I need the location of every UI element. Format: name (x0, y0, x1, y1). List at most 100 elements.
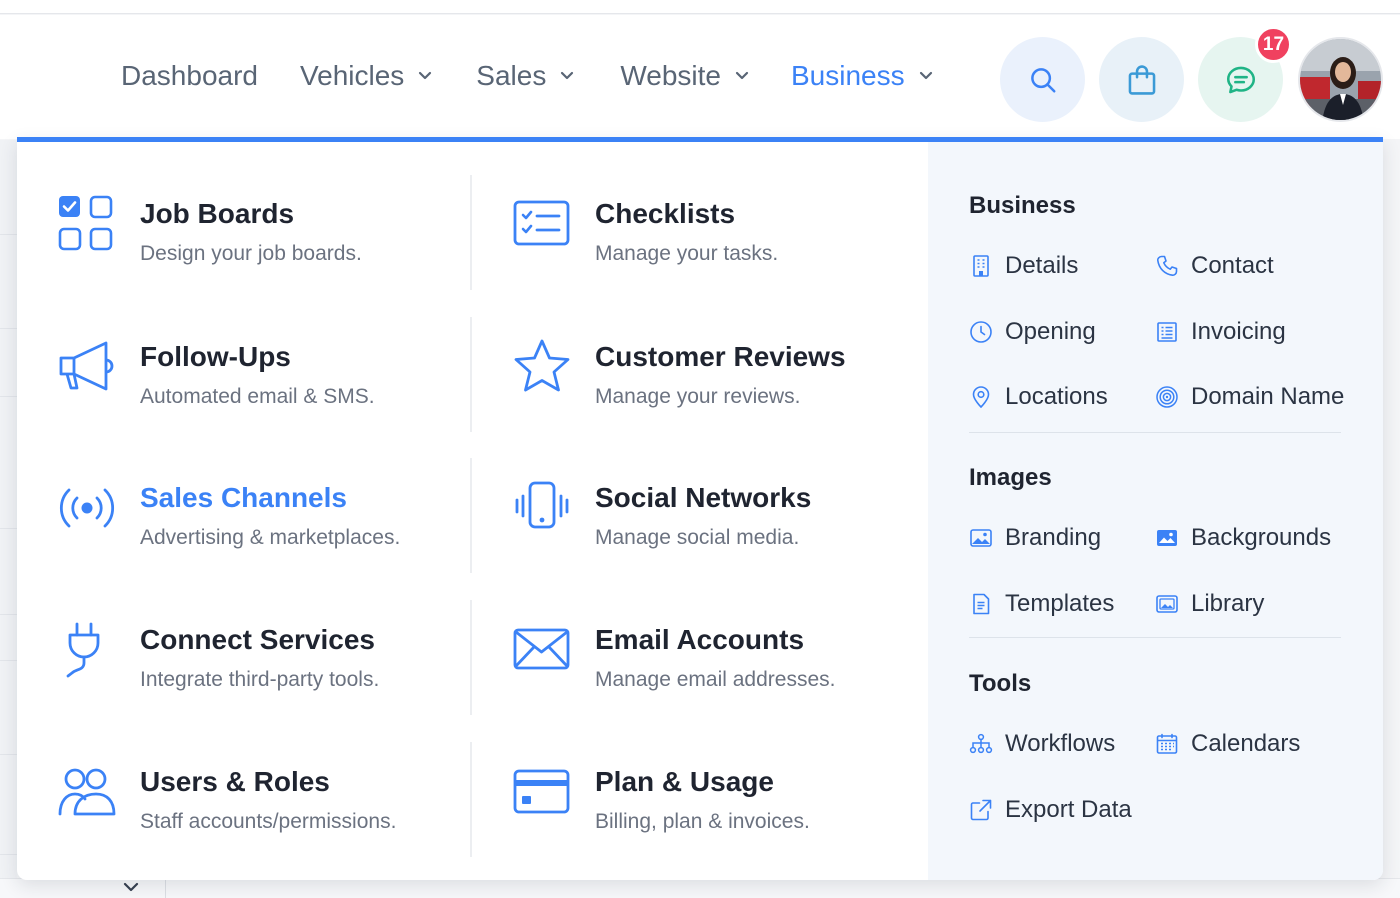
link-invoicing[interactable]: Invoicing (1155, 318, 1286, 346)
external-link-icon (970, 799, 992, 821)
nav-website[interactable]: Website (620, 60, 749, 92)
nav-sales[interactable]: Sales (476, 60, 574, 92)
tile-title: Checklists (595, 198, 736, 229)
invoice-icon (1157, 322, 1177, 342)
link-templates[interactable]: Templates (969, 590, 1114, 618)
link-label: Export Data (1005, 796, 1132, 823)
nav-sales-label: Sales (476, 60, 547, 91)
image-icon (970, 529, 992, 547)
link-domain-name[interactable]: Domain Name (1155, 383, 1344, 411)
link-opening[interactable]: Opening (969, 318, 1096, 346)
credit-card-icon (513, 769, 570, 814)
tile-subtitle: Billing, plan & invoices. (595, 810, 810, 833)
tile-title: Users & Roles (140, 766, 330, 797)
nav-website-label: Website (620, 60, 721, 91)
map-pin-icon (972, 386, 990, 409)
link-contact[interactable]: Contact (1155, 252, 1274, 280)
tile-subtitle: Integrate third-party tools. (140, 668, 380, 691)
menu-tile-connect-services[interactable]: Connect Services Integrate third-party t… (58, 621, 498, 741)
link-details[interactable]: Details (969, 252, 1078, 280)
link-calendars[interactable]: Calendars (1155, 730, 1300, 758)
link-label: Calendars (1191, 730, 1301, 757)
building-icon (973, 255, 989, 277)
link-locations[interactable]: Locations (969, 383, 1108, 411)
tile-subtitle: Manage your tasks. (595, 242, 779, 265)
nav-business-label: Business (790, 60, 905, 91)
tile-subtitle: Manage your reviews. (595, 385, 801, 408)
phone-icon (1156, 255, 1178, 277)
menu-tile-social-networks[interactable]: Social Networks Manage social media. (513, 479, 953, 599)
menu-tile-email-accounts[interactable]: Email Accounts Manage email addresses. (513, 621, 953, 741)
notification-badge: 17 (1255, 26, 1292, 63)
top-navigation-bar: Dashboard Vehicles Sales Website Busines… (0, 15, 1400, 139)
clock-icon (970, 321, 992, 343)
nav-dashboard[interactable]: Dashboard (121, 60, 258, 92)
divider (969, 432, 1341, 433)
background-footer (0, 878, 1400, 898)
divider (969, 637, 1341, 638)
menu-sidebar: Business Details Contact Opening Invoici… (928, 142, 1383, 880)
browser-top-strip (0, 0, 1400, 14)
star-icon (514, 339, 570, 392)
section-title-tools: Tools (969, 670, 1032, 697)
avatar[interactable] (1298, 37, 1383, 122)
link-backgrounds[interactable]: Backgrounds (1155, 524, 1331, 552)
link-label: Contact (1191, 252, 1274, 279)
tile-subtitle: Staff accounts/permissions. (140, 810, 397, 833)
nav-business[interactable]: Business (791, 60, 933, 92)
link-label: Domain Name (1191, 383, 1345, 410)
link-export-data[interactable]: Export Data (969, 796, 1132, 824)
tile-title: Email Accounts (595, 624, 805, 655)
megaphone-icon (59, 341, 114, 391)
checklist-icon (513, 200, 570, 246)
tile-title: Follow-Ups (140, 341, 291, 372)
menu-tile-users-roles[interactable]: Users & Roles Staff accounts/permissions… (58, 763, 498, 880)
chevron-down-icon[interactable] (122, 880, 140, 894)
search-button[interactable] (1000, 37, 1085, 122)
divider (165, 880, 166, 898)
workflow-icon (969, 733, 993, 754)
user-photo-icon (1300, 39, 1381, 120)
main-nav: Dashboard Vehicles Sales Website Busines… (121, 60, 973, 92)
image-filled-icon (1157, 530, 1177, 546)
shopping-bag-icon (1128, 64, 1155, 95)
link-label: Backgrounds (1191, 524, 1332, 551)
menu-tile-plan-usage[interactable]: Plan & Usage Billing, plan & invoices. (513, 763, 953, 880)
menu-tile-customer-reviews[interactable]: Customer Reviews Manage your reviews. (513, 338, 953, 458)
tile-title: Connect Services (140, 624, 375, 655)
link-label: Library (1191, 590, 1265, 617)
shopping-bag-button[interactable] (1099, 37, 1184, 122)
section-title-images: Images (969, 464, 1052, 491)
link-label: Branding (1005, 524, 1102, 551)
nav-vehicles-label: Vehicles (299, 60, 405, 91)
tile-title: Social Networks (595, 482, 812, 513)
tile-subtitle: Advertising & marketplaces. (140, 526, 401, 549)
section-title-business: Business (969, 192, 1076, 219)
chevron-down-icon (419, 71, 432, 80)
tile-subtitle: Automated email & SMS. (140, 385, 375, 408)
tile-subtitle: Design your job boards. (140, 242, 362, 265)
link-branding[interactable]: Branding (969, 524, 1101, 552)
menu-tile-follow-ups[interactable]: Follow-Ups Automated email & SMS. (58, 338, 498, 458)
target-icon (1156, 386, 1178, 408)
job-boards-icon (58, 195, 113, 251)
menu-tile-checklists[interactable]: Checklists Manage your tasks. (513, 195, 953, 315)
nav-dashboard-label: Dashboard (121, 60, 258, 91)
phone-vibrate-icon (515, 481, 569, 529)
tile-title: Plan & Usage (595, 766, 774, 797)
calendar-icon (1156, 733, 1178, 754)
chevron-down-icon (561, 71, 574, 80)
link-workflows[interactable]: Workflows (969, 730, 1115, 758)
menu-tile-sales-channels[interactable]: Sales Channels Advertising & marketplace… (58, 479, 498, 599)
chevron-down-icon (919, 71, 932, 80)
nav-vehicles[interactable]: Vehicles (300, 60, 432, 92)
link-library[interactable]: Library (1155, 590, 1264, 618)
document-icon (973, 593, 990, 615)
menu-tiles: Job Boards Design your job boards. Check… (17, 142, 928, 880)
envelope-icon (513, 628, 570, 670)
link-label: Templates (1005, 590, 1115, 617)
tile-title: Job Boards (140, 198, 295, 229)
menu-tile-job-boards[interactable]: Job Boards Design your job boards. (58, 195, 498, 315)
link-label: Workflows (1005, 730, 1116, 757)
link-label: Invoicing (1191, 318, 1286, 345)
